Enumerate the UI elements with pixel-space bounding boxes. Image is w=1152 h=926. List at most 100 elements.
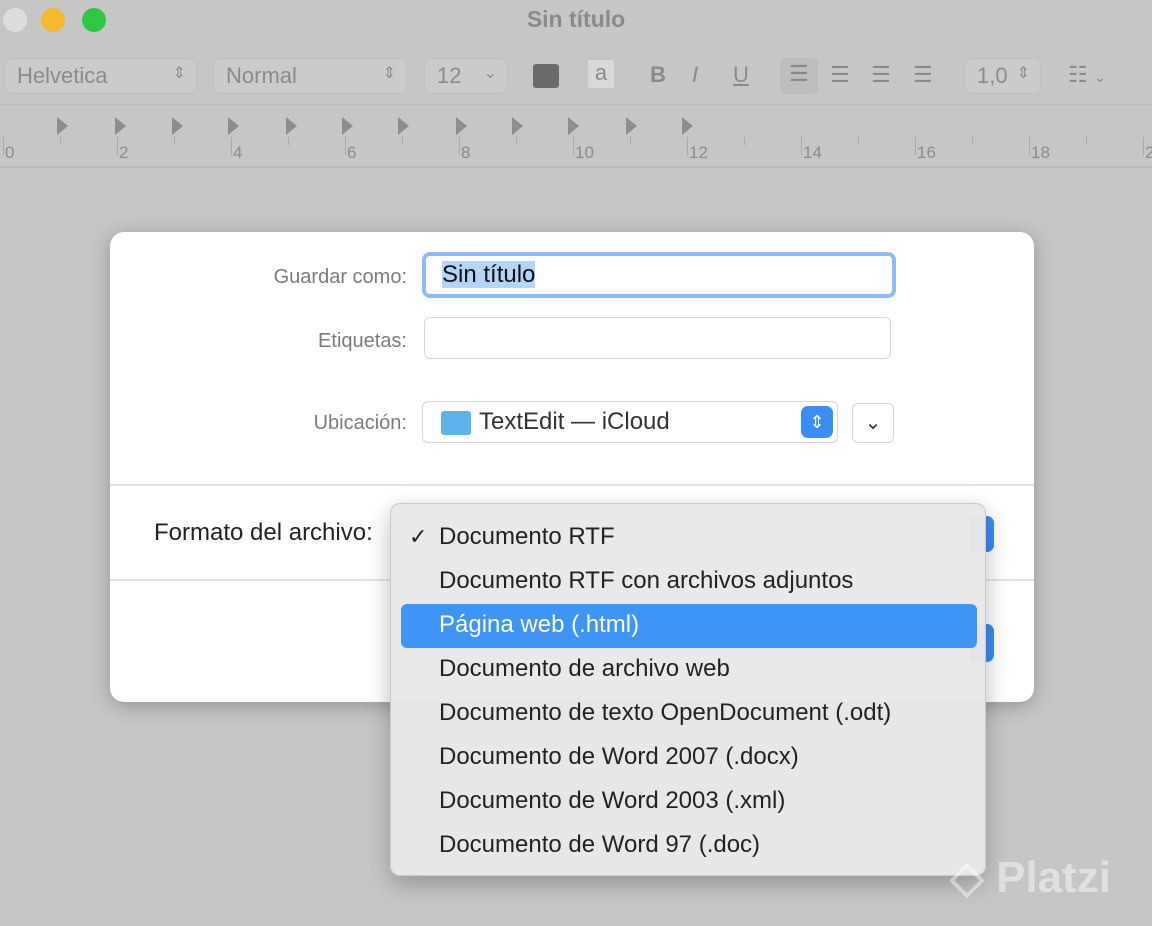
updown-icon: ⇕ (1016, 65, 1030, 82)
ruler-number: 14 (803, 143, 822, 162)
font-size-select[interactable]: 12 ⌄ (424, 58, 508, 94)
menu-item-label: Página web (.html) (439, 611, 640, 638)
folder-icon (441, 411, 471, 435)
ruler-tick (1086, 137, 1087, 145)
ruler-tick (630, 137, 631, 145)
underline-button[interactable]: U (733, 62, 749, 88)
format-label: Formato del archivo: (154, 519, 373, 546)
ruler-tick (60, 137, 61, 145)
format-menu-item[interactable]: Página web (.html) (401, 604, 977, 648)
background-color-icon[interactable]: a (588, 60, 614, 88)
save-as-label: Guardar como: (273, 266, 407, 288)
align-right-icon[interactable]: ☰ (871, 62, 891, 88)
tab-stop-marker[interactable] (115, 117, 126, 135)
ruler-tick (288, 137, 289, 145)
ruler-tick (915, 137, 916, 155)
menu-item-label: Documento de Word 2007 (.docx) (439, 743, 799, 770)
format-menu-item[interactable]: Documento de texto OpenDocument (.odt) (401, 692, 977, 736)
tags-label: Etiquetas: (318, 330, 407, 352)
ruler-number: 8 (461, 143, 471, 162)
ruler-tick (972, 137, 973, 145)
align-left-icon[interactable]: ☰ (780, 58, 818, 94)
menu-item-label: Documento de Word 2003 (.xml) (439, 787, 786, 814)
format-menu-item[interactable]: Documento de Word 97 (.doc) (401, 824, 977, 868)
ruler-number: 16 (917, 143, 936, 162)
ruler-number: 20 (1145, 143, 1152, 162)
checkmark-icon: ✓ (409, 524, 428, 549)
location-label: Ubicación: (313, 412, 407, 434)
tab-stop-marker[interactable] (398, 117, 409, 135)
ruler-number: 6 (347, 143, 357, 162)
font-family-select[interactable]: Helvetica ⇕ (4, 58, 197, 94)
tab-stop-marker[interactable] (512, 117, 523, 135)
text-color-swatch[interactable] (533, 64, 559, 88)
divider (110, 484, 1034, 486)
ruler-tick (516, 137, 517, 145)
ruler-tick (402, 137, 403, 145)
tab-stop-marker[interactable] (682, 117, 693, 135)
ruler-tick (174, 137, 175, 145)
ruler-tick (744, 137, 745, 145)
size-value: 12 (437, 63, 462, 88)
format-menu-item[interactable]: Documento de Word 2003 (.xml) (401, 780, 977, 824)
chevron-down-icon: ⌄ (483, 65, 497, 82)
line-spacing-select[interactable]: 1,0 ⇕ (964, 58, 1041, 94)
format-menu: ✓ Documento RTF Documento RTF con archivos… (390, 503, 986, 876)
tab-stop-marker[interactable] (286, 117, 297, 135)
ruler-number: 12 (689, 143, 708, 162)
ruler-number: 10 (575, 143, 594, 162)
tab-stop-marker[interactable] (568, 117, 579, 135)
platzi-watermark: ◇ Platzi (950, 853, 1111, 902)
ruler-tick (3, 137, 4, 155)
spacing-value: 1,0 (977, 63, 1008, 88)
ruler-tick (345, 137, 346, 155)
tags-input[interactable] (424, 317, 891, 359)
ruler-tick (459, 137, 460, 155)
ruler-number: 0 (5, 143, 15, 162)
location-value: TextEdit — iCloud (479, 408, 670, 435)
format-menu-item[interactable]: Documento RTF con archivos adjuntos (401, 560, 977, 604)
align-center-icon[interactable]: ☰ (830, 62, 850, 88)
ruler-tick (573, 137, 574, 155)
ruler-tick (231, 137, 232, 155)
format-menu-item[interactable]: Documento de Word 2007 (.docx) (401, 736, 977, 780)
tab-stop-marker[interactable] (57, 117, 68, 135)
tab-stop-marker[interactable] (626, 117, 637, 135)
ruler-tick (687, 137, 688, 155)
ruler-tick (117, 137, 118, 155)
ruler[interactable]: 0 2 4 6 8 10 12 14 16 18 20 (0, 104, 1152, 168)
menu-item-label: Documento de archivo web (439, 655, 730, 682)
justify-icon[interactable]: ☰ (913, 62, 933, 88)
format-menu-item[interactable]: Documento de archivo web (401, 648, 977, 692)
style-value: Normal (226, 63, 297, 88)
font-value: Helvetica (17, 63, 108, 88)
list-icon[interactable]: ☷ ⌄ (1068, 62, 1106, 88)
save-as-input[interactable]: Sin título (422, 252, 896, 298)
italic-button[interactable]: I (692, 62, 698, 88)
menu-item-label: Documento de texto OpenDocument (.odt) (439, 699, 892, 726)
updown-icon: ⇕ (382, 65, 396, 82)
font-style-select[interactable]: Normal ⇕ (213, 58, 407, 94)
location-select[interactable]: TextEdit — iCloud ⇕ (422, 401, 838, 443)
ruler-number: 18 (1031, 143, 1050, 162)
ruler-tick (858, 137, 859, 145)
menu-item-label: Documento RTF con archivos adjuntos (439, 567, 854, 594)
ruler-tick (1143, 137, 1144, 155)
updown-icon: ⇕ (801, 406, 833, 438)
ruler-tick (1029, 137, 1030, 155)
tab-stop-marker[interactable] (172, 117, 183, 135)
tab-stop-marker[interactable] (342, 117, 353, 135)
ruler-tick (801, 137, 802, 155)
updown-icon: ⇕ (172, 65, 186, 82)
window-title: Sin título (526, 6, 626, 32)
ruler-number: 2 (119, 143, 129, 162)
tab-stop-marker[interactable] (456, 117, 467, 135)
title-bar: Sin título (0, 0, 1152, 50)
ruler-number: 4 (233, 143, 243, 162)
expand-button[interactable]: ⌄ (852, 403, 894, 443)
format-menu-item[interactable]: ✓ Documento RTF (401, 516, 977, 560)
tab-stop-marker[interactable] (228, 117, 239, 135)
menu-item-label: Documento de Word 97 (.doc) (439, 831, 761, 858)
save-as-value: Sin título (442, 261, 536, 288)
bold-button[interactable]: B (650, 62, 666, 88)
